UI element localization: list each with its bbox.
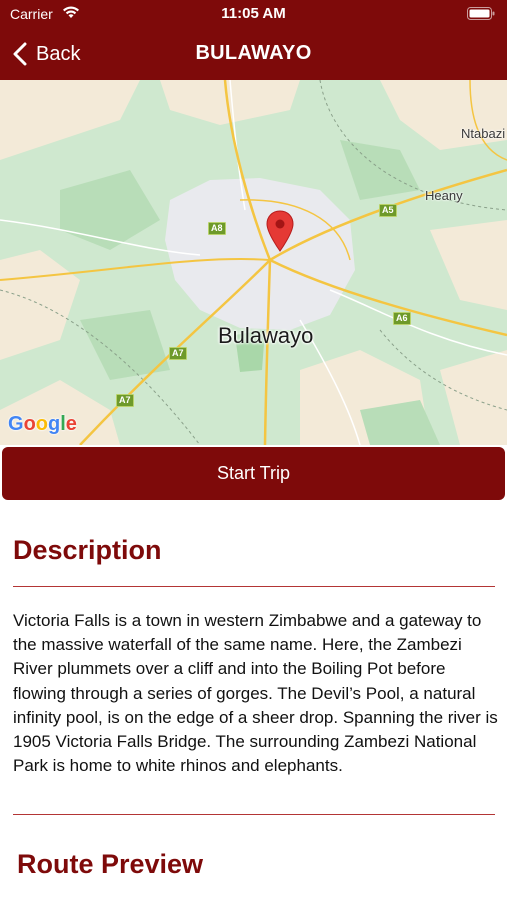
map-place-label-heany: Heany xyxy=(425,188,463,203)
map-place-label-ntabazi: Ntabazi xyxy=(461,126,506,141)
status-time: 11:05 AM xyxy=(221,5,286,22)
route-preview-heading: Route Preview xyxy=(17,849,204,879)
map-route-badge-a5: A5 xyxy=(379,204,397,217)
page-title: BULAWAYO xyxy=(195,42,312,64)
map-view[interactable]: Ntabazi Heany A8 A5 A6 A7 A7 Bulawayo Go… xyxy=(0,80,507,445)
navigation-bar: Back BULAWAYO xyxy=(0,28,507,80)
map-terrain xyxy=(0,80,507,445)
map-route-badge-a6: A6 xyxy=(393,312,411,325)
map-route-badge-a7: A7 xyxy=(169,347,187,360)
description-body: Victoria Falls is a town in western Zimb… xyxy=(13,611,498,776)
map-route-badge-a8: A8 xyxy=(208,222,226,235)
start-trip-button[interactable]: Start Trip xyxy=(2,447,505,500)
description-divider xyxy=(13,586,495,587)
google-logo: Google xyxy=(8,413,77,435)
status-bar: Carrier 11:05 AM xyxy=(0,0,507,28)
description-heading: Description xyxy=(13,535,162,565)
route-divider xyxy=(13,814,495,815)
map-city-label: Bulawayo xyxy=(218,323,314,348)
map-route-badge-a7-south: A7 xyxy=(116,394,134,407)
map-pin-icon[interactable] xyxy=(265,210,295,252)
battery-icon xyxy=(467,7,495,20)
